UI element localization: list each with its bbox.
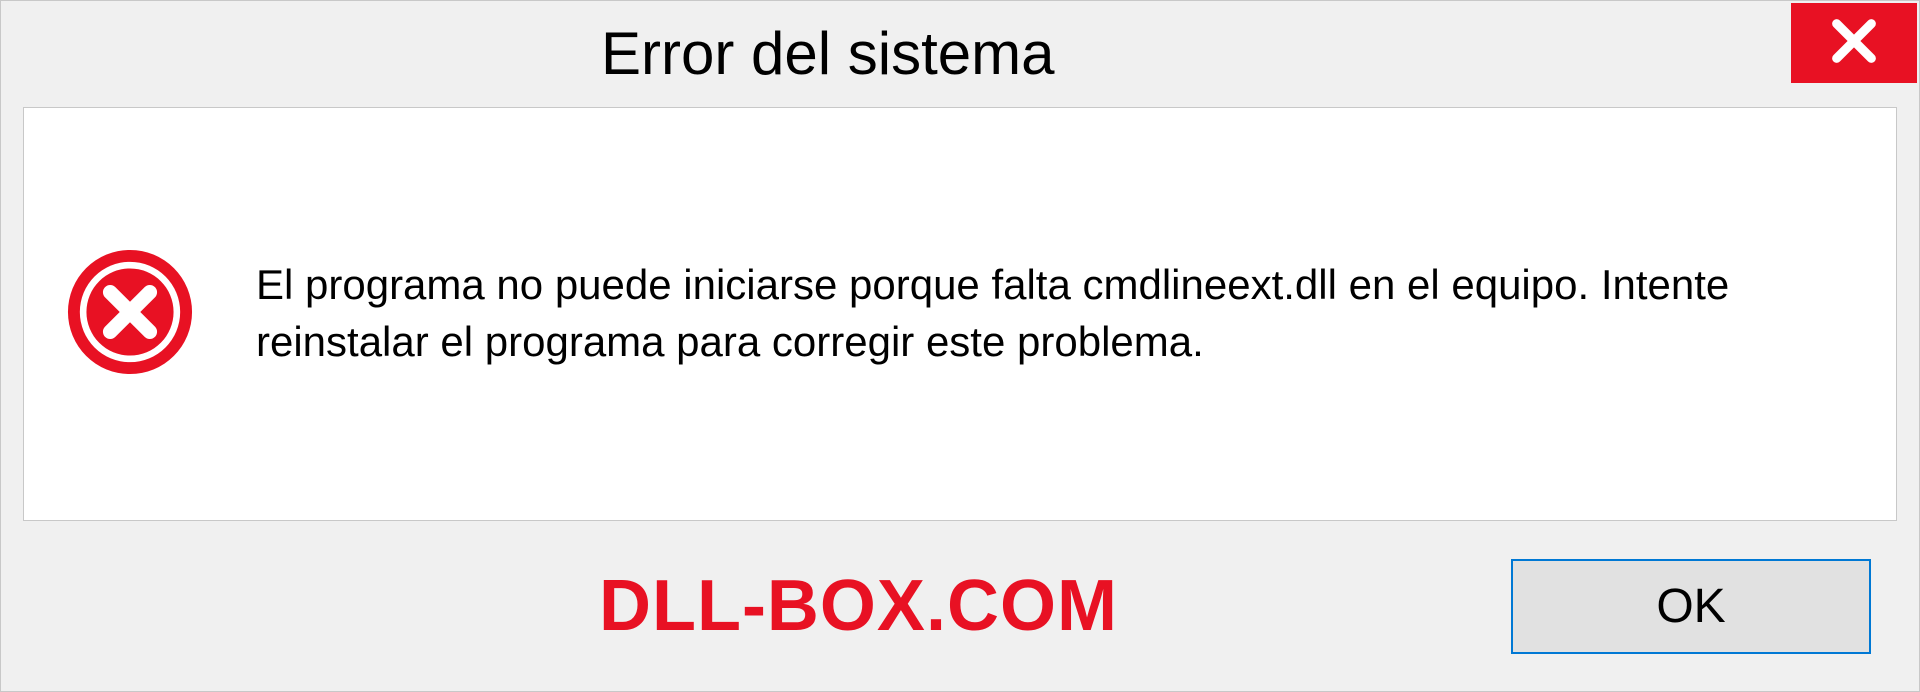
dialog-title: Error del sistema <box>1 1 1054 88</box>
dialog-footer: DLL-BOX.COM OK <box>1 521 1919 691</box>
ok-button[interactable]: OK <box>1511 559 1871 654</box>
error-icon <box>64 246 196 383</box>
dialog-content: El programa no puede iniciarse porque fa… <box>23 107 1897 521</box>
error-dialog: Error del sistema El programa no puede i… <box>0 0 1920 692</box>
close-button[interactable] <box>1791 3 1917 83</box>
titlebar: Error del sistema <box>1 1 1919 101</box>
watermark-text: DLL-BOX.COM <box>599 565 1118 647</box>
error-message: El programa no puede iniciarse porque fa… <box>256 257 1856 370</box>
close-icon <box>1828 15 1880 72</box>
